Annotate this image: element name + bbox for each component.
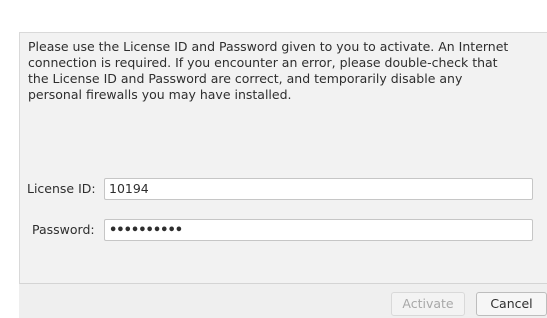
password-label: Password: (32, 222, 95, 237)
activate-button[interactable]: Activate (391, 292, 465, 316)
license-id-field[interactable]: 10194 (104, 178, 533, 200)
password-masked-value: •••••••••• (109, 223, 183, 238)
license-id-value: 10194 (109, 181, 149, 196)
cancel-button[interactable]: Cancel (476, 292, 547, 316)
license-id-label: License ID: (27, 181, 96, 196)
activation-dialog: Please use the License ID and Password g… (19, 32, 547, 318)
activation-panel: Please use the License ID and Password g… (19, 32, 547, 284)
instructions-text: Please use the License ID and Password g… (28, 39, 509, 102)
password-field[interactable]: •••••••••• (104, 219, 533, 241)
